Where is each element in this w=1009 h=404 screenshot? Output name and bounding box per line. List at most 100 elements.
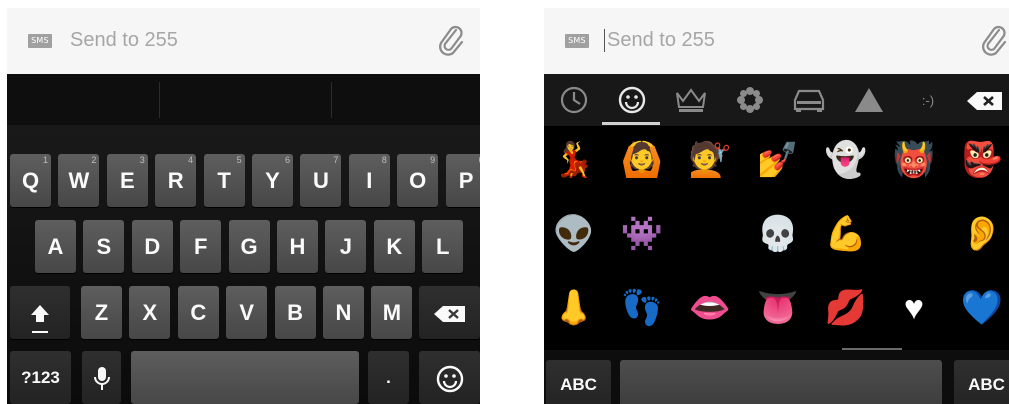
emoji-key[interactable]: 👃 xyxy=(546,280,602,336)
key-label: E xyxy=(119,168,135,193)
sms-badge: SMS xyxy=(28,34,52,48)
emoji-key[interactable]: 💪 xyxy=(818,206,874,262)
emoji-key[interactable]: 👺 xyxy=(954,132,1009,188)
car-icon xyxy=(793,89,825,112)
key-label: V xyxy=(239,300,255,325)
message-input[interactable]: Send to 255 xyxy=(604,29,715,52)
abc-key-left[interactable]: ABC xyxy=(546,360,611,404)
key-n[interactable]: N xyxy=(323,286,364,339)
key-u[interactable]: U7 xyxy=(300,154,342,207)
category-emoticons[interactable]: :-) xyxy=(908,80,948,120)
key-d[interactable]: D xyxy=(131,220,173,273)
emoji-key[interactable]: 🙆 xyxy=(614,132,670,188)
key-m[interactable]: M xyxy=(371,286,413,339)
key-k[interactable]: K xyxy=(373,220,415,273)
category-recent[interactable] xyxy=(554,80,594,120)
emoji-glyph: 💀 xyxy=(756,215,800,253)
emoji-key[interactable]: 👾 xyxy=(614,206,670,262)
emoji-key[interactable]: 👂 xyxy=(954,206,1009,262)
key-h[interactable]: H xyxy=(277,220,318,273)
emoji-key[interactable]: 💇 xyxy=(682,132,738,188)
key-y[interactable]: Y6 xyxy=(252,154,293,207)
symbols-key[interactable]: ?123 xyxy=(10,351,71,404)
key-j[interactable]: J xyxy=(325,220,367,273)
emoji-key[interactable]: 💀 xyxy=(750,206,806,262)
emoji-key[interactable]: 👹 xyxy=(886,132,942,188)
backspace-icon xyxy=(433,305,465,322)
key-label: U xyxy=(312,168,329,193)
emoji-key[interactable]: 💅 xyxy=(750,132,806,188)
emoji-glyph: 😈 xyxy=(692,215,728,253)
key-label: G xyxy=(240,234,258,259)
key-label: Y xyxy=(265,168,280,193)
emoji-category-bar: :-) xyxy=(544,74,1009,126)
emoji-glyph: 👅 xyxy=(756,289,800,327)
emoji-key[interactable]: 👻 xyxy=(818,132,874,188)
key-x[interactable]: X xyxy=(129,286,171,339)
category-places[interactable] xyxy=(789,80,829,120)
delete-key[interactable] xyxy=(419,286,480,339)
key-b[interactable]: B xyxy=(274,286,316,339)
space-key[interactable] xyxy=(620,360,942,404)
key-s[interactable]: S xyxy=(83,220,125,273)
attach-icon[interactable] xyxy=(979,24,1009,60)
emoji-key[interactable]: 👅 xyxy=(750,280,806,336)
key-g[interactable]: G xyxy=(228,220,270,273)
key-label: A xyxy=(47,234,64,259)
key-t[interactable]: T5 xyxy=(203,154,245,207)
category-symbols[interactable] xyxy=(849,80,889,120)
emoji-key[interactable]: 👄 xyxy=(682,280,738,336)
key-l[interactable]: L xyxy=(422,220,464,273)
key-z[interactable]: Z xyxy=(81,286,122,339)
emoji-page-indicator xyxy=(842,348,902,350)
key-hint: 7 xyxy=(333,155,339,165)
emoji-glyph: 💃 xyxy=(552,141,596,179)
key-label: S xyxy=(96,234,112,259)
key-f[interactable]: F xyxy=(180,220,222,273)
emoji-delete-key[interactable] xyxy=(959,86,1009,116)
emoji-key[interactable]: 👁 xyxy=(886,206,942,262)
message-input[interactable]: Send to 255 xyxy=(70,29,178,52)
emoji-glyph: ♥ xyxy=(903,289,925,327)
key-q[interactable]: Q1 xyxy=(10,154,51,207)
emoji-key[interactable]: ♥ xyxy=(886,280,942,336)
voice-key[interactable] xyxy=(82,351,121,404)
key-o[interactable]: O9 xyxy=(397,154,439,207)
emoji-bottom-row: ABC ABC xyxy=(544,354,1009,404)
shift-key[interactable] xyxy=(10,286,70,339)
emoji-grid: 💃 🙆 💇 💅 👻 👹 👺 👽 👾 😈 💀 💪 👁 👂 👃 👣 👄 👅 💋 ♥ 💙 xyxy=(544,126,1009,350)
key-r[interactable]: R4 xyxy=(155,154,197,207)
emoji-key[interactable]: 💙 xyxy=(954,280,1009,336)
emoji-key[interactable]: 😈 xyxy=(682,206,738,262)
shift-arrow-icon xyxy=(31,304,49,322)
key-w[interactable]: W2 xyxy=(58,154,100,207)
abc-key-right[interactable]: ABC xyxy=(954,360,1009,404)
key-label: J xyxy=(339,234,353,259)
key-label: Z xyxy=(94,300,109,325)
keyboard: Q1W2E3R4T5Y6U7I8O9P0 ASDFGHJKL ZXCVBNM ?… xyxy=(7,74,480,404)
key-v[interactable]: V xyxy=(226,286,268,339)
category-faces[interactable] xyxy=(612,80,652,120)
category-nature[interactable] xyxy=(730,80,770,120)
emoji-glyph: 🙆 xyxy=(620,141,664,179)
backspace-icon xyxy=(967,92,1002,110)
space-key[interactable] xyxy=(131,351,359,404)
emoji-key[interactable]: 💋 xyxy=(818,280,874,336)
key-e[interactable]: E3 xyxy=(106,154,148,207)
emoji-key[interactable] xyxy=(419,351,480,404)
key-i[interactable]: I8 xyxy=(348,154,390,207)
smiley-icon xyxy=(436,365,463,392)
emoji-key[interactable]: 👽 xyxy=(546,206,602,262)
emoji-keyboard: :-) 💃 🙆 💇 💅 👻 👹 👺 👽 👾 😈 💀 💪 👁 👂 👃 👣 👄 👅 💋 ♥ 💙 ABC ABC xyxy=(544,74,1009,404)
key-label: Q xyxy=(21,168,40,193)
emoji-glyph: 👺 xyxy=(960,141,1004,179)
key-c[interactable]: C xyxy=(177,286,219,339)
key-a[interactable]: A xyxy=(35,220,76,273)
key-p[interactable]: P0 xyxy=(445,154,480,207)
emoji-key[interactable]: 💃 xyxy=(546,132,602,188)
category-objects[interactable] xyxy=(671,80,711,120)
emoji-key[interactable]: 👣 xyxy=(614,280,670,336)
period-key[interactable]: . xyxy=(368,351,409,404)
emoji-glyph: 👁 xyxy=(892,215,936,253)
attach-icon[interactable] xyxy=(436,24,466,60)
